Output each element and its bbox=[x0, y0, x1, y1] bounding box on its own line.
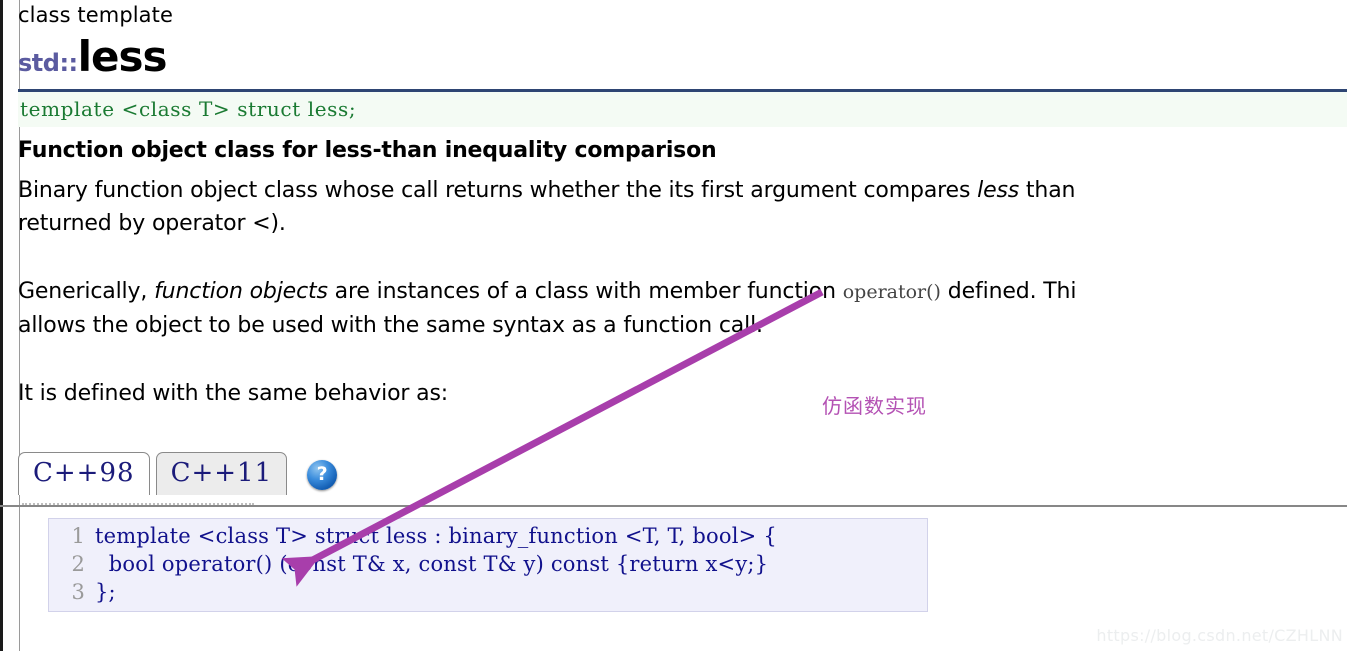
binary-text-b: than bbox=[1019, 178, 1076, 203]
code-line-number: 2 bbox=[71, 552, 85, 576]
help-icon-glyph: ? bbox=[316, 463, 328, 486]
reference-article: class template std::less template <class… bbox=[18, 0, 1347, 410]
code-line-number: 1 bbox=[71, 524, 85, 548]
paragraph-binary-function: Binary function object class whose call … bbox=[18, 174, 1347, 240]
binary-text-line2: returned by operator <). bbox=[18, 211, 286, 236]
generic-text-c: defined. Thi bbox=[940, 279, 1077, 304]
code-line-text: }; bbox=[95, 580, 116, 604]
code-sample-block: 1 template <class T> struct less : binar… bbox=[48, 518, 928, 612]
page-title-namespace: std:: bbox=[18, 49, 78, 77]
code-line: 3 }; bbox=[49, 578, 927, 606]
watermark-url: https://blog.csdn.net/CZHLNN bbox=[1096, 626, 1343, 645]
page-title-name: less bbox=[77, 32, 168, 81]
declaration-signature: template <class T> struct less; bbox=[18, 92, 1347, 127]
chinese-annotation-note: 仿函数实现 bbox=[822, 394, 927, 418]
code-line: 1 template <class T> struct less : binar… bbox=[49, 522, 927, 550]
version-tab-list: C++98 C++11 ? bbox=[18, 452, 338, 495]
tab-cpp98[interactable]: C++98 bbox=[18, 452, 150, 495]
paragraph-defined-as: It is defined with the same behavior as: bbox=[18, 381, 449, 406]
generic-text-a: Generically, bbox=[18, 279, 155, 304]
paragraph-generically: Generically, function objects are instan… bbox=[18, 275, 1347, 342]
code-line-text: template <class T> struct less : binary_… bbox=[95, 524, 777, 548]
generic-text-line2: allows the object to be used with the sa… bbox=[18, 313, 763, 338]
page-kicker: class template bbox=[18, 3, 174, 27]
tab-panel-dotted-edge bbox=[22, 503, 254, 505]
tab-panel-divider bbox=[0, 505, 1347, 507]
generic-emphasis: function objects bbox=[154, 279, 328, 304]
tab-cpp11[interactable]: C++11 bbox=[155, 452, 288, 495]
generic-operator-code: operator() bbox=[842, 281, 941, 303]
code-line-number: 3 bbox=[71, 580, 85, 604]
generic-text-b: are instances of a class with member fun… bbox=[327, 279, 843, 304]
help-icon[interactable]: ? bbox=[307, 460, 338, 490]
page-left-border bbox=[0, 0, 3, 651]
binary-emphasis: less bbox=[977, 178, 1020, 203]
brief-description: Function object class for less-than ineq… bbox=[18, 138, 717, 163]
code-line-text: bool operator() (const T& x, const T& y)… bbox=[95, 552, 769, 576]
code-line: 2 bool operator() (const T& x, const T& … bbox=[49, 550, 927, 578]
binary-text-a: Binary function object class whose call … bbox=[18, 178, 978, 203]
page-title: std::less bbox=[18, 32, 1347, 81]
